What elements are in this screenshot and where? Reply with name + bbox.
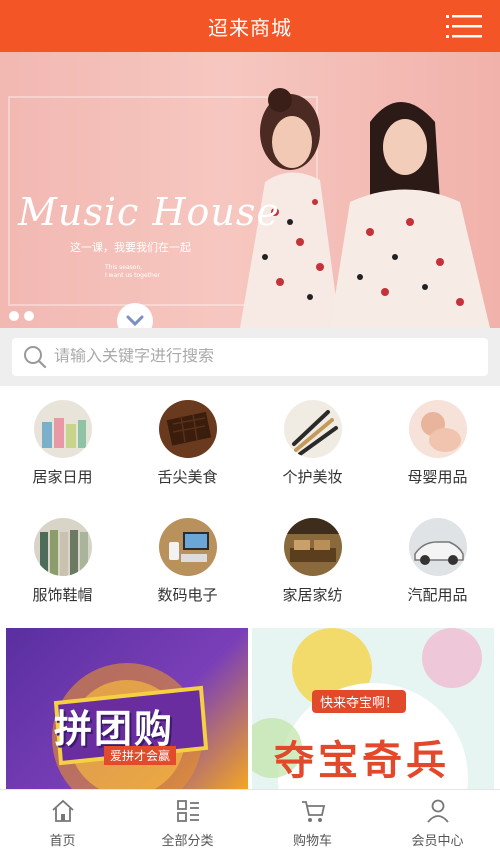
promo-section: 拼团购 爱拼才会赢 快来夺宝啊！ 夺宝奇兵 [0, 624, 500, 789]
banner-caption: This season, I want us together [105, 264, 160, 280]
page-title: 迢来商城 [208, 15, 292, 40]
promo-title: 拼团购 [54, 707, 175, 751]
carousel-dots [9, 311, 34, 321]
home-textile-icon [283, 518, 342, 576]
banner-caption-line1: This season, [105, 264, 143, 271]
search-icon [24, 346, 47, 369]
category-label: 舌尖美食 [157, 469, 218, 486]
food-icon [158, 400, 217, 458]
tab-cart[interactable]: 购物车 [250, 790, 375, 855]
promo-tagline: 爱拼才会赢 [104, 746, 177, 765]
search-bar[interactable] [12, 338, 488, 376]
bottom-tab-bar: 首页 全部分类 购物车 会员中心 [0, 789, 500, 855]
category-makeup[interactable]: 个护美妆 [250, 386, 375, 504]
category-baby[interactable]: 母婴用品 [375, 386, 500, 504]
tab-label: 全部分类 [161, 833, 214, 848]
search-input[interactable] [54, 348, 474, 366]
category-label: 家居家纺 [282, 587, 343, 604]
category-label: 数码电子 [157, 587, 218, 604]
home-icon [51, 799, 74, 822]
category-label: 母婴用品 [407, 469, 468, 486]
household-icon [33, 400, 92, 458]
category-food[interactable]: 舌尖美食 [125, 386, 250, 504]
user-icon [426, 799, 449, 823]
top-header: 迢来商城 [0, 0, 500, 52]
category-home-textile[interactable]: 家居家纺 [250, 504, 375, 622]
auto-parts-icon [408, 518, 467, 576]
category-icon [176, 800, 199, 822]
tab-home[interactable]: 首页 [0, 790, 125, 855]
promo-tagline: 快来夺宝啊！ [312, 690, 407, 713]
cart-icon [301, 801, 325, 822]
digital-icon [158, 518, 217, 576]
category-digital[interactable]: 数码电子 [125, 504, 250, 622]
category-label: 服饰鞋帽 [32, 587, 93, 604]
tab-member-center[interactable]: 会员中心 [375, 790, 500, 855]
category-household[interactable]: 居家日用 [0, 386, 125, 504]
search-section [0, 328, 500, 386]
baby-icon [408, 400, 467, 458]
tab-label: 首页 [49, 833, 76, 848]
app-root: 迢来商城 Music House 这一课，我要我们在一起 This season… [0, 0, 500, 855]
hamburger-menu-icon [446, 15, 482, 38]
promo-treasure[interactable]: 快来夺宝啊！ 夺宝奇兵 [252, 628, 494, 789]
clothing-icon [33, 518, 92, 576]
category-label: 汽配用品 [407, 587, 468, 604]
menu-button[interactable] [446, 11, 482, 41]
category-auto-parts[interactable]: 汽配用品 [375, 504, 500, 622]
scroll-down-button[interactable] [117, 303, 153, 328]
tab-label: 购物车 [292, 833, 332, 848]
banner-subtitle: 这一课，我要我们在一起 [70, 241, 191, 254]
category-clothing[interactable]: 服饰鞋帽 [0, 504, 125, 622]
promo-title: 夺宝奇兵 [274, 738, 450, 784]
hero-banner[interactable]: Music House 这一课，我要我们在一起 This season, I w… [0, 52, 500, 328]
carousel-dot[interactable] [9, 311, 19, 321]
carousel-dot[interactable] [24, 311, 34, 321]
tab-label: 会员中心 [411, 833, 464, 848]
promo-group-buy[interactable]: 拼团购 爱拼才会赢 [6, 628, 248, 789]
banner-caption-line2: I want us together [105, 272, 160, 279]
category-label: 居家日用 [32, 469, 93, 486]
makeup-icon [283, 400, 342, 458]
category-label: 个护美妆 [282, 469, 343, 486]
category-grid: 居家日用 舌尖美食 个护美妆 母婴用品 服饰鞋帽 数码电子 家居家纺 汽配用品 [0, 386, 500, 622]
banner-script-title: Music House [18, 190, 280, 234]
chevron-down-icon [126, 315, 144, 327]
tab-all-categories[interactable]: 全部分类 [125, 790, 250, 855]
